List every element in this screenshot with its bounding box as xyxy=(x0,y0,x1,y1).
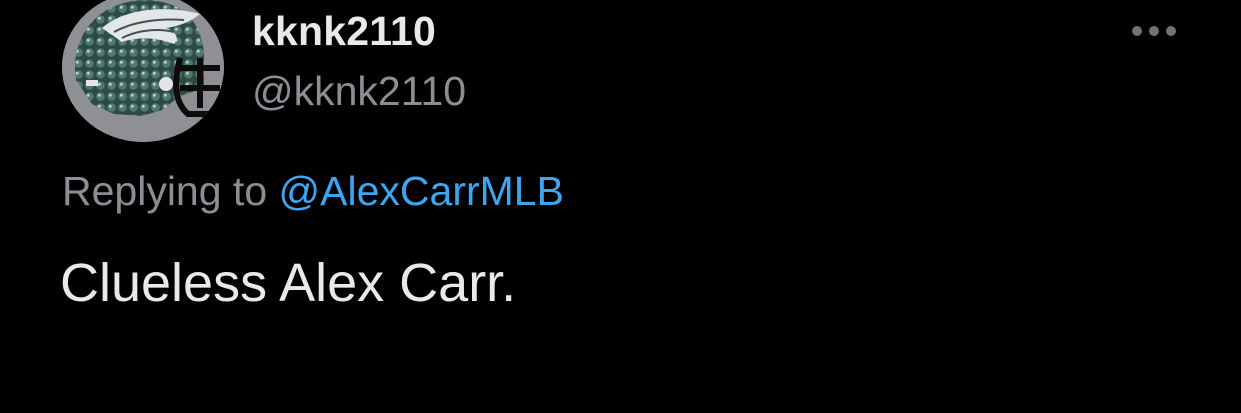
more-options-button[interactable] xyxy=(1128,14,1182,48)
avatar[interactable] xyxy=(62,0,224,142)
author-display-name[interactable]: kknk2110 xyxy=(252,8,436,55)
replying-to-mention-link[interactable]: @AlexCarrMLB xyxy=(279,168,564,214)
eagles-helmet-avatar-icon xyxy=(62,0,224,142)
replying-to: Replying to @AlexCarrMLB xyxy=(62,168,564,215)
tweet-text: Clueless Alex Carr. xyxy=(60,253,517,313)
tweet: kknk2110 @kknk2110 Replying to @AlexCarr… xyxy=(0,0,1241,413)
author-handle[interactable]: @kknk2110 xyxy=(252,68,466,115)
replying-to-label: Replying to xyxy=(62,168,268,214)
